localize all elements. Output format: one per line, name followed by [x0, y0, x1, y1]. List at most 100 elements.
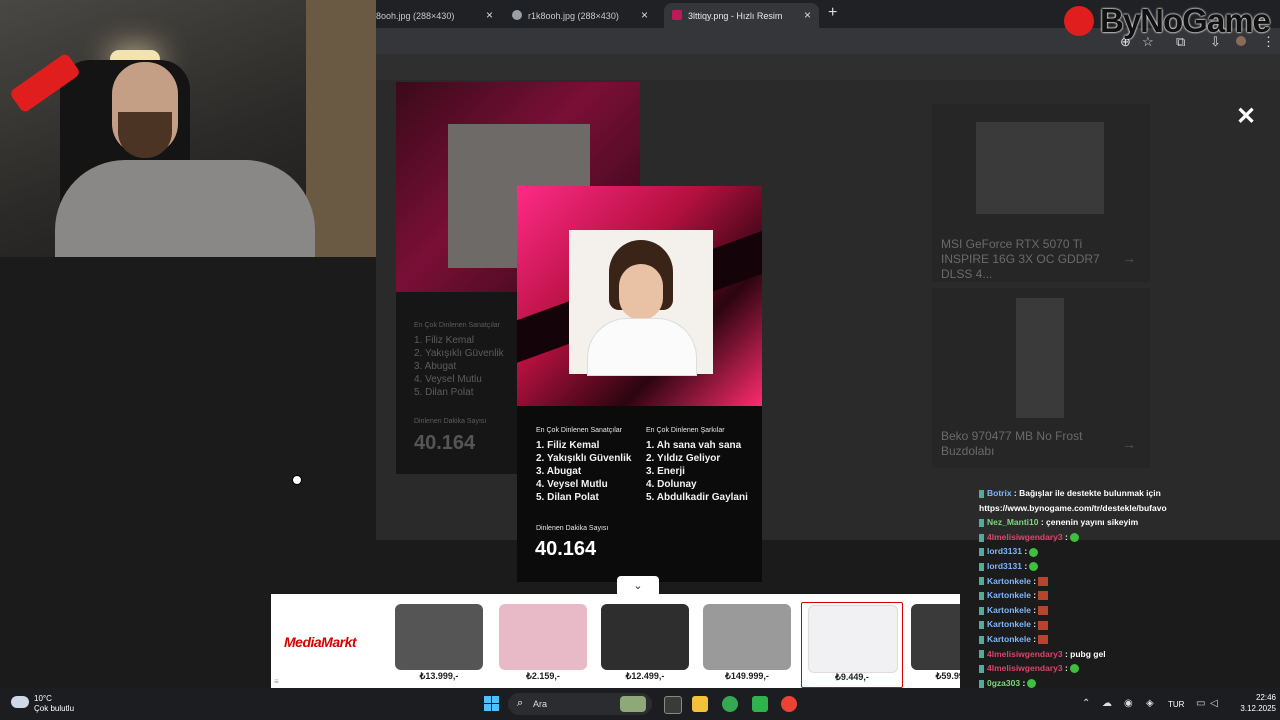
artist-item: 5. Dilan Polat [414, 387, 474, 398]
tray-app-icon[interactable]: ◈ [1146, 698, 1154, 709]
clock-date[interactable]: 3.12.2025 [1220, 704, 1276, 713]
song-item: 5. Abdulkadir Gaylani [646, 492, 748, 503]
new-tab-button[interactable]: + [828, 4, 837, 22]
chat-message: 4lmelisiwgendary3 : [979, 531, 1079, 543]
chat-username[interactable]: 4lmelisiwgendary3 [987, 649, 1065, 659]
chat-username[interactable]: 0gza303 [987, 678, 1022, 688]
clock-time[interactable]: 22:46 [1220, 693, 1276, 702]
chat-text: : [1064, 531, 1068, 542]
bynogame-logo-text: ByNoGame [1100, 2, 1271, 39]
mouse-cursor [292, 475, 302, 485]
chat-username[interactable]: 4lmelisiwgendary3 [987, 663, 1065, 673]
chat-message: Nez_Manti10 : çenenin yayını sikeyim [979, 517, 1138, 527]
artist-item: 5. Dilan Polat [536, 492, 599, 503]
ad-product-go-kart[interactable]: ₺149.999,- [697, 602, 797, 686]
product-image [395, 604, 483, 670]
chat-badge-icon [979, 621, 984, 630]
chat-message: lord3131 : [979, 561, 1039, 572]
close-viewer-button[interactable]: ✕ [1236, 102, 1256, 131]
chat-username[interactable]: Kartonkele [987, 576, 1033, 586]
close-tab-icon[interactable]: × [641, 8, 648, 22]
product-image [1016, 298, 1064, 418]
chat-username[interactable]: Kartonkele [987, 619, 1033, 629]
weather-temperature[interactable]: 10°C [34, 694, 52, 703]
artist-item: 2. Yakışıklı Güvenlik [536, 453, 632, 464]
close-tab-icon[interactable]: × [486, 8, 493, 22]
chat-text: : [1064, 663, 1068, 674]
network-icon[interactable]: ▭ [1196, 698, 1205, 709]
artist-item: 1. Filiz Kemal [414, 335, 475, 346]
chat-username[interactable]: Botrix [987, 488, 1014, 498]
chat-emote-icon [1038, 606, 1049, 616]
windows-start-icon[interactable] [484, 696, 500, 712]
chat-username[interactable]: lord3131 [987, 546, 1024, 556]
chat-badge-icon [979, 591, 984, 600]
artists-heading: En Çok Dinlenen Sanatçılar [536, 427, 622, 434]
chat-message: 4lmelisiwgendary3 : pubg gel [979, 649, 1106, 659]
chat-username[interactable]: Nez_Manti10 [987, 517, 1041, 527]
weather-description[interactable]: Çok bulutlu [34, 704, 74, 713]
volume-icon[interactable]: ◁ [1210, 698, 1218, 709]
chat-username[interactable]: Kartonkele [987, 605, 1033, 615]
minutes-label: Dinlenen Dakika Sayısı [536, 525, 609, 532]
artist-item: 4. Veysel Mutlu [414, 374, 482, 385]
ad-product-webcam[interactable]: ₺2.159,- [493, 602, 593, 686]
product-name: MSI GeForce RTX 5070 Ti INSPIRE 16G 3X O… [941, 237, 1100, 281]
tab-title: r1k8ooh.jpg (288×430) [528, 10, 619, 21]
songs-heading: En Çok Dinlenen Şarkılar [646, 427, 725, 434]
chat-text: : [1033, 619, 1037, 630]
taskbar-search-box[interactable]: ⌕ Ara [508, 693, 652, 715]
arrow-right-icon[interactable]: → [1122, 250, 1136, 266]
close-tab-icon[interactable]: × [804, 8, 811, 22]
tab-3lttiqy-active[interactable]: 3lttiqy.png - Hızlı Resim × [664, 3, 819, 28]
artist-item: 4. Veysel Mutlu [536, 479, 608, 490]
chat-text: : [1024, 546, 1028, 557]
ad-info-icon[interactable]: ≡ [274, 677, 279, 686]
photo-face [619, 264, 663, 320]
chrome-icon[interactable] [722, 696, 738, 712]
chat-badge-icon [979, 489, 984, 498]
chat-username[interactable]: 4lmelisiwgendary3 [987, 532, 1065, 542]
tab-r1k8ooh[interactable]: r1k8ooh.jpg (288×430) × [504, 3, 656, 28]
task-view-icon[interactable] [664, 696, 682, 714]
mediamarkt-ad-banner[interactable]: MediaMarkt ₺13.999,- ₺2.159,- ₺12.499,- … [271, 594, 960, 688]
chat-message: Kartonkele : [979, 605, 1049, 616]
product-card-gpu[interactable]: MSI GeForce RTX 5070 Ti INSPIRE 16G 3X O… [932, 104, 1150, 282]
chat-username[interactable]: lord3131 [987, 561, 1024, 571]
ad-product-console[interactable]: ₺9.449,- [801, 602, 903, 688]
chat-username[interactable]: Kartonkele [987, 590, 1033, 600]
tray-app-icon[interactable]: ☁ [1102, 698, 1112, 709]
wrapped-card-front[interactable]: En Çok Dinlenen Sanatçılar En Çok Dinlen… [517, 186, 762, 582]
search-icon: ⌕ [517, 697, 524, 709]
chevron-down-icon[interactable]: ⌄ [617, 576, 659, 596]
tab-title: 8ooh.jpg (288×430) [376, 10, 455, 21]
product-card-fridge[interactable]: Beko 970477 MB No Frost Buzdolabı → [932, 288, 1150, 468]
tab-8ooh[interactable]: 8ooh.jpg (288×430) × [376, 3, 501, 28]
tray-app-icon[interactable]: ◉ [1124, 698, 1133, 709]
chat-emote-icon [1038, 620, 1049, 630]
cloud-icon[interactable] [11, 696, 29, 708]
artist-item: 3. Abugat [536, 466, 582, 477]
ad-product-steering-wheel-set[interactable]: ₺13.999,- [389, 602, 489, 686]
arrow-right-icon[interactable]: → [1122, 436, 1136, 452]
search-placeholder: Ara [533, 699, 548, 709]
chat-message: Kartonkele : [979, 590, 1049, 601]
chevron-up-icon[interactable]: ⌃ [1082, 698, 1090, 709]
viewer-top-strip [376, 54, 1280, 80]
chat-text: : [1022, 677, 1026, 688]
chat-text: : [1033, 575, 1037, 586]
ad-product-action-camera[interactable]: ₺12.499,- [595, 602, 695, 686]
chat-emote-icon [1069, 664, 1079, 674]
ad-product-steering-wheel[interactable]: ₺59.999,- [905, 602, 960, 686]
file-explorer-icon[interactable] [692, 696, 708, 712]
app-icon[interactable] [752, 696, 768, 712]
artist-item: 1. Filiz Kemal [536, 440, 600, 451]
chat-text: : [1033, 590, 1037, 601]
image-favicon-icon [672, 10, 682, 20]
search-highlight-icon [620, 696, 646, 712]
chrome-active-icon[interactable] [781, 696, 797, 712]
artists-heading: En Çok Dinlenen Sanatçılar [414, 322, 500, 329]
language-indicator[interactable]: TUR [1168, 700, 1184, 709]
product-price: ₺149.999,- [725, 671, 769, 681]
chat-username[interactable]: Kartonkele [987, 634, 1033, 644]
